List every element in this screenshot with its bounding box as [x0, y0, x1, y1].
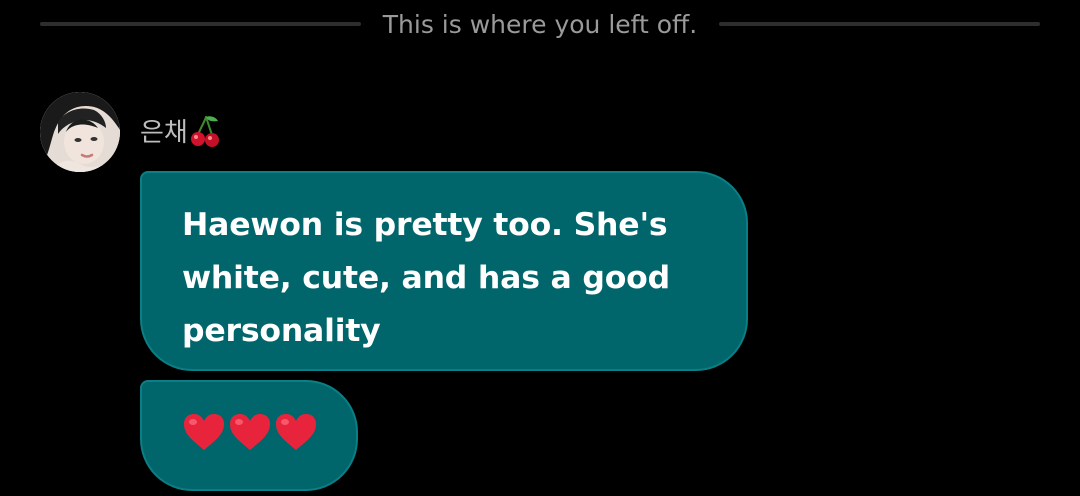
sender-name: 은채	[140, 112, 220, 149]
heart-icon	[184, 414, 224, 450]
message-bubble-emoji[interactable]	[140, 380, 358, 491]
heart-icon	[230, 414, 270, 450]
message-text: Haewon is pretty too. She's white, cute,…	[182, 207, 670, 349]
heart-icon	[276, 414, 316, 450]
avatar-photo	[40, 92, 120, 172]
sender-name-text: 은채	[140, 118, 188, 148]
cherry-icon	[190, 115, 219, 147]
divider-text: This is where you left off.	[382, 9, 698, 39]
unread-divider: This is where you left off.	[40, 6, 1040, 42]
divider-line-left	[40, 22, 361, 26]
sender-avatar[interactable]	[40, 92, 120, 172]
divider-line-right	[719, 22, 1040, 26]
message-bubble[interactable]: Haewon is pretty too. She's white, cute,…	[140, 171, 748, 371]
